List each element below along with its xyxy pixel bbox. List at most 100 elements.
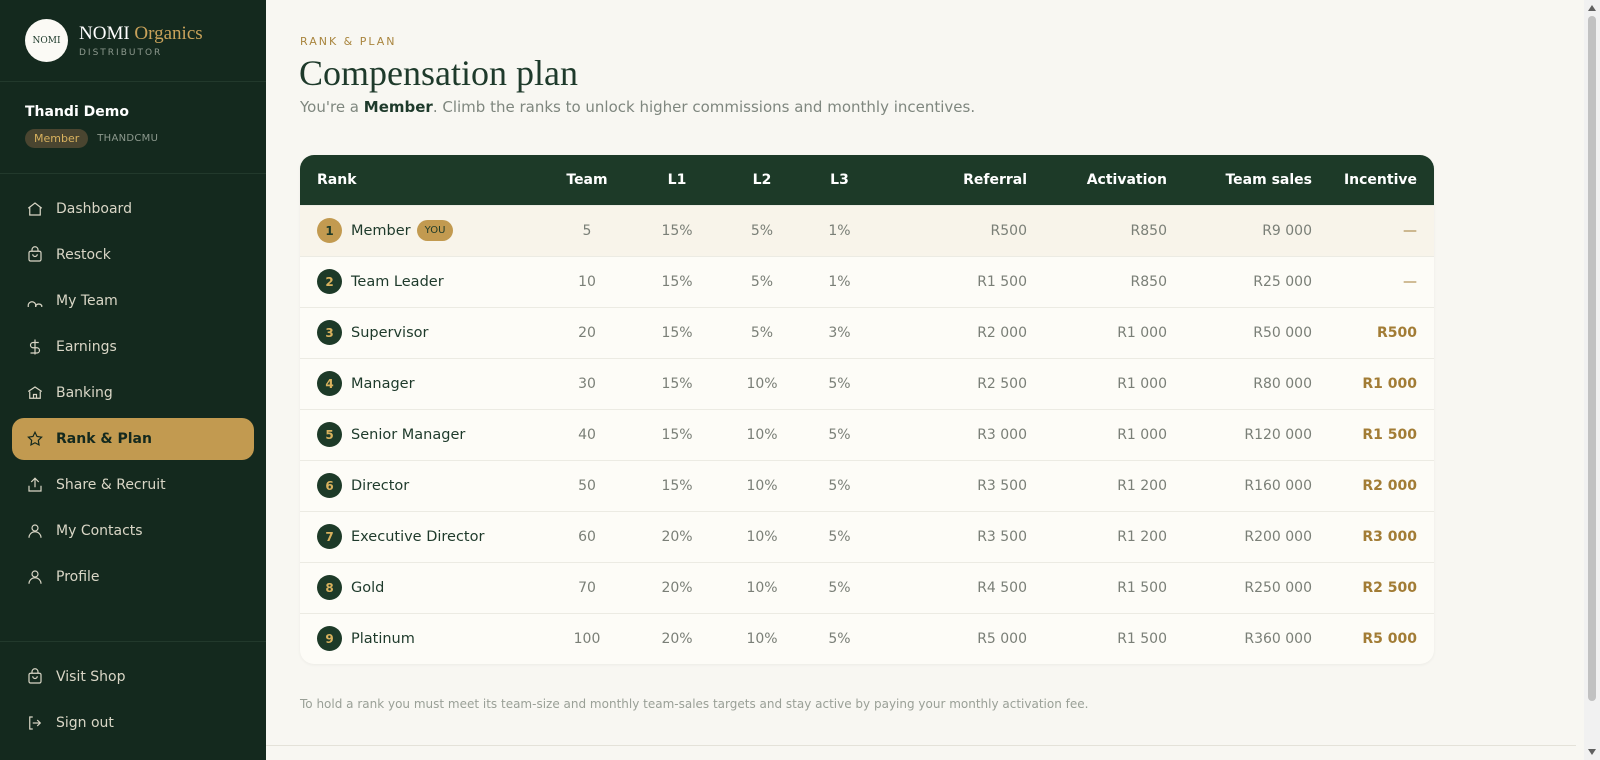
compensation-table-card: Rank Team L1 L2 L3 Referral Activation T…: [300, 155, 1434, 664]
cell-team-sales: R9 000: [1167, 204, 1312, 256]
cell-rank: 9 Platinum: [300, 612, 552, 664]
header-l1: L1: [667, 171, 687, 188]
cell-team-sales: R200 000: [1167, 510, 1312, 562]
cell-activation: R1 000: [1027, 357, 1167, 409]
cell-incentive: —: [1312, 204, 1434, 256]
header-team: Team: [566, 171, 608, 188]
star-icon: [26, 430, 44, 448]
sidebar-item-visit-shop[interactable]: Visit Shop: [12, 656, 254, 698]
rank-name: Manager: [351, 375, 415, 392]
sidebar-item-earnings[interactable]: Earnings: [12, 326, 254, 368]
cell-l2: 5%: [732, 306, 792, 358]
compensation-table: Rank Team L1 L2 L3 Referral Activation T…: [300, 155, 1434, 664]
cell-l1: 15%: [622, 357, 732, 409]
scroll-up-arrow-icon[interactable]: [1588, 5, 1596, 11]
scrollbar-thumb[interactable]: [1588, 16, 1596, 701]
cell-team-sales: R25 000: [1167, 255, 1312, 307]
cell-referral: R1 500: [887, 255, 1027, 307]
cell-l3: 1%: [792, 204, 887, 256]
cell-activation: R1 200: [1027, 459, 1167, 511]
sidebar-item-banking[interactable]: Banking: [12, 372, 254, 414]
sidebar-item-label: Dashboard: [56, 201, 132, 217]
cell-l1: 15%: [622, 255, 732, 307]
cell-activation: R1 500: [1027, 561, 1167, 613]
cell-l2: 5%: [732, 255, 792, 307]
cell-activation: R850: [1027, 255, 1167, 307]
header-referral: Referral: [963, 171, 1027, 188]
table-row: 6 Director 50 15% 10% 5% R3 500 R1 200 R160 000 R…: [300, 459, 1434, 511]
cell-incentive: R2 000: [1312, 459, 1434, 511]
cell-l3: 5%: [792, 612, 887, 664]
scroll-down-arrow-icon[interactable]: [1588, 749, 1596, 755]
rank-number-badge: 2: [317, 269, 342, 294]
rank-name: Member: [351, 222, 411, 239]
cell-activation: R1 000: [1027, 408, 1167, 460]
cell-incentive: R1 000: [1312, 357, 1434, 409]
brand[interactable]: NOMI NOMI Organics DISTRIBUTOR: [0, 0, 266, 82]
footnote: To hold a rank you must meet its team-si…: [300, 697, 1089, 711]
sidebar-item-rank-plan[interactable]: Rank & Plan: [12, 418, 254, 460]
table-row: 5 Senior Manager 40 15% 10% 5% R3 000 R1 000 R12…: [300, 408, 1434, 460]
cell-l2: 10%: [732, 408, 792, 460]
sidebar-bottom-nav: Visit Shop Sign out: [0, 641, 266, 760]
brand-name-accent: Organics: [134, 23, 203, 44]
sidebar-item-restock[interactable]: Restock: [12, 234, 254, 276]
cell-l1: 20%: [622, 612, 732, 664]
table-row: 2 Team Leader 10 15% 5% 1% R1 500 R850 R25 000—: [300, 255, 1434, 307]
cell-rank: 3 Supervisor: [300, 306, 552, 358]
rank-number-badge: 6: [317, 473, 342, 498]
rank-name: Gold: [351, 579, 385, 596]
divider: [266, 745, 1576, 746]
cell-l3: 5%: [792, 408, 887, 460]
header-rank: Rank: [317, 171, 357, 188]
sidebar-item-label: Restock: [56, 247, 111, 263]
subtitle-rank: Member: [363, 98, 433, 116]
cell-referral: R3 500: [887, 510, 1027, 562]
cell-l1: 20%: [622, 561, 732, 613]
sidebar-item-label: Profile: [56, 569, 100, 585]
rank-name: Platinum: [351, 630, 415, 647]
cell-activation: R1 500: [1027, 612, 1167, 664]
cell-l2: 5%: [732, 204, 792, 256]
cell-team: 10: [552, 255, 622, 307]
cell-referral: R2 500: [887, 357, 1027, 409]
rank-number-badge: 8: [317, 575, 342, 600]
table-row: 8 Gold 70 20% 10% 5% R4 500 R1 500 R250 000 R2 50…: [300, 561, 1434, 613]
cell-referral: R5 000: [887, 612, 1027, 664]
cell-activation: R1 200: [1027, 510, 1167, 562]
cell-activation: R850: [1027, 204, 1167, 256]
table-row: 4 Manager 30 15% 10% 5% R2 500 R1 000 R80 000 R1 …: [300, 357, 1434, 409]
cell-rank: 7 Executive Director: [300, 510, 552, 562]
rank-number-badge: 4: [317, 371, 342, 396]
header-l2: L2: [752, 171, 772, 188]
sidebar-item-my-contacts[interactable]: My Contacts: [12, 510, 254, 552]
cell-l3: 5%: [792, 357, 887, 409]
rank-number-badge: 1: [317, 218, 342, 243]
sidebar-item-label: Banking: [56, 385, 113, 401]
cell-l1: 15%: [622, 459, 732, 511]
cell-team-sales: R160 000: [1167, 459, 1312, 511]
cell-l2: 10%: [732, 459, 792, 511]
cell-l1: 20%: [622, 510, 732, 562]
sidebar-item-sign-out[interactable]: Sign out: [12, 702, 254, 744]
cell-l1: 15%: [622, 408, 732, 460]
rank-name: Team Leader: [351, 273, 444, 290]
sidebar-item-label: Share & Recruit: [56, 477, 166, 493]
home-icon: [26, 200, 44, 218]
cell-incentive: R2 500: [1312, 561, 1434, 613]
sidebar-item-my-team[interactable]: My Team: [12, 280, 254, 322]
rank-name: Senior Manager: [351, 426, 466, 443]
rank-number-badge: 3: [317, 320, 342, 345]
vertical-scrollbar[interactable]: [1584, 0, 1600, 760]
cell-rank: 1 Member YOU: [300, 204, 552, 256]
cell-team: 100: [552, 612, 622, 664]
cell-l3: 5%: [792, 561, 887, 613]
cell-team: 70: [552, 561, 622, 613]
bank-icon: [26, 384, 44, 402]
cell-team: 50: [552, 459, 622, 511]
sidebar-item-dashboard[interactable]: Dashboard: [12, 188, 254, 230]
cell-team: 5: [552, 204, 622, 256]
sidebar-item-profile[interactable]: Profile: [12, 556, 254, 598]
cell-rank: 5 Senior Manager: [300, 408, 552, 460]
sidebar-item-share-recruit[interactable]: Share & Recruit: [12, 464, 254, 506]
